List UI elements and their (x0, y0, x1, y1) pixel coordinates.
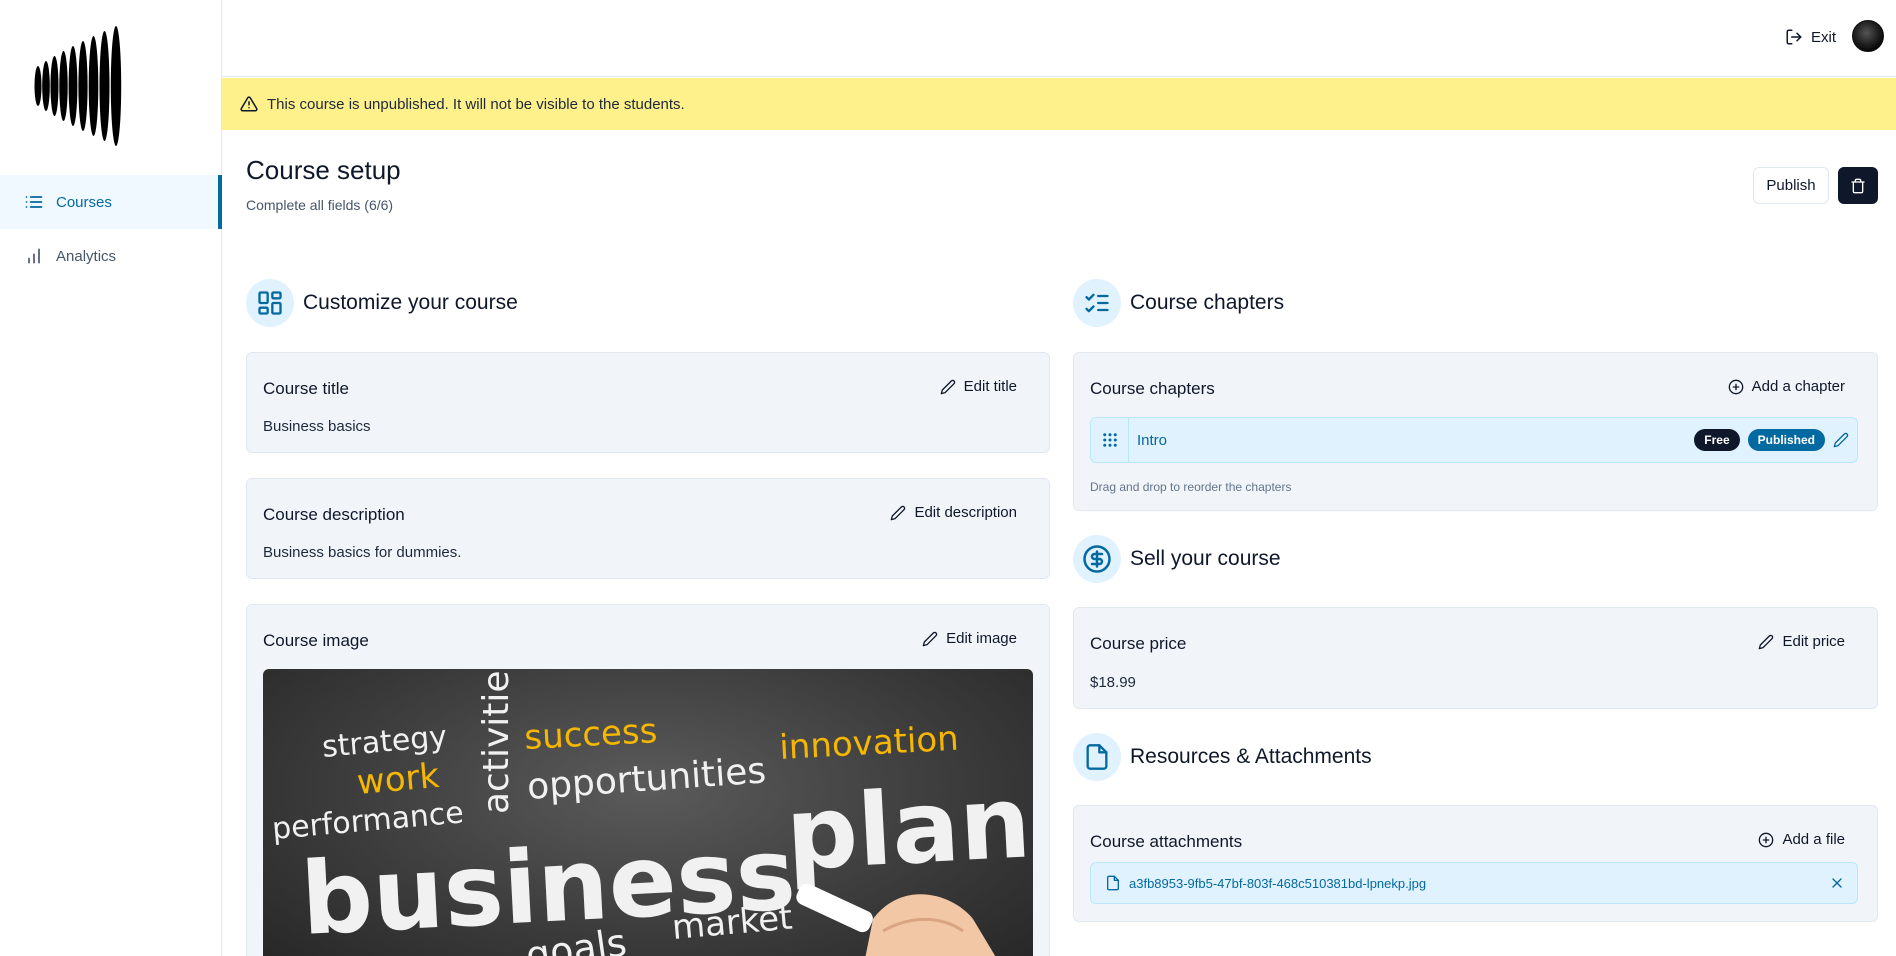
log-out-icon (1786, 29, 1802, 45)
sidebar: Courses Analytics (0, 0, 222, 956)
chapters-section-heading: Course chapters (1073, 279, 1284, 327)
card-label: Course price (1090, 634, 1187, 653)
add-file-label: Add a file (1782, 831, 1845, 848)
card-label: Course title (263, 379, 349, 398)
exit-button[interactable]: Exit (1785, 24, 1836, 50)
image-word-opportunities: opportunities (526, 750, 768, 808)
exit-label: Exit (1810, 28, 1836, 46)
hand-with-chalk (796, 883, 996, 956)
section-title: Resources & Attachments (1130, 745, 1372, 768)
edit-description-label: Edit description (914, 504, 1017, 521)
plus-circle-icon (1759, 832, 1774, 847)
pencil-icon (922, 631, 938, 646)
remove-attachment-button[interactable] (1829, 875, 1845, 891)
add-file-button[interactable]: Add a file (1758, 831, 1845, 848)
add-chapter-label: Add a chapter (1751, 378, 1845, 395)
attachment-filename: a3fb8953-9fb5-47bf-803f-468c510381bd-lpn… (1129, 875, 1427, 891)
card-label: Course image (263, 631, 369, 650)
topbar: Exit (222, 0, 1896, 77)
dollar-circle-icon (1073, 535, 1121, 583)
course-price-card: Course price Edit price $18.99 (1073, 607, 1878, 709)
image-word-innovation: innovation (778, 719, 959, 768)
bar-chart-icon (24, 246, 44, 266)
pencil-icon (891, 505, 906, 520)
edit-price-label: Edit price (1782, 633, 1845, 650)
edit-description-button[interactable]: Edit description (890, 504, 1017, 521)
course-description-value: Business basics for dummies. (263, 544, 462, 561)
section-title: Sell your course (1130, 547, 1281, 570)
trash-icon (1851, 178, 1865, 193)
close-icon (1832, 878, 1842, 888)
sidebar-item-label: Courses (56, 193, 112, 211)
edit-title-label: Edit title (963, 378, 1017, 395)
sidebar-item-analytics[interactable]: Analytics (0, 229, 222, 283)
reorder-hint: Drag and drop to reorder the chapters (1090, 480, 1292, 494)
edit-image-button[interactable]: Edit image (922, 630, 1017, 647)
add-chapter-button[interactable]: Add a chapter (1728, 378, 1845, 395)
course-title-value: Business basics (263, 418, 371, 435)
edit-title-button[interactable]: Edit title (940, 378, 1017, 395)
edit-image-label: Edit image (946, 630, 1017, 647)
plus-circle-icon (1728, 379, 1743, 394)
image-word-work: work (355, 756, 441, 803)
pencil-icon (1759, 634, 1774, 649)
course-image-card: Course image Edit image strategy work pe… (246, 604, 1050, 956)
section-title: Customize your course (303, 291, 518, 314)
edit-chapter-button[interactable] (1833, 432, 1849, 448)
avatar[interactable] (1852, 20, 1884, 52)
list-icon (24, 192, 44, 212)
resources-section-heading: Resources & Attachments (1073, 733, 1372, 781)
card-label: Course description (263, 505, 405, 524)
edit-price-button[interactable]: Edit price (1758, 633, 1845, 650)
image-word-success: success (523, 711, 658, 758)
card-label: Course attachments (1090, 832, 1243, 851)
course-title-card: Course title Edit title Business basics (246, 352, 1050, 453)
image-word-plan: plan (783, 763, 1033, 893)
course-description-card: Course description Edit description Busi… (246, 478, 1050, 579)
chapter-row[interactable]: Intro Free Published (1090, 417, 1858, 463)
unpublished-banner: This course is unpublished. It will not … (222, 78, 1896, 130)
image-word-activities: activities (476, 669, 517, 814)
course-price-value: $18.99 (1090, 674, 1136, 691)
delete-button[interactable] (1838, 167, 1878, 204)
banner-text: This course is unpublished. It will not … (267, 95, 685, 113)
file-icon (1107, 875, 1119, 891)
sidebar-item-label: Analytics (56, 247, 117, 265)
grip-icon[interactable] (1091, 418, 1129, 462)
page-title: Course setup (246, 155, 401, 185)
sell-section-heading: Sell your course (1073, 535, 1281, 583)
logo-icon (34, 26, 122, 146)
free-badge: Free (1694, 429, 1740, 451)
section-title: Course chapters (1130, 291, 1285, 314)
list-checks-icon (1073, 279, 1121, 327)
publish-button[interactable]: Publish (1753, 167, 1829, 204)
warning-icon (240, 96, 258, 112)
course-attachments-card: Course attachments Add a file a3fb8953-9… (1073, 805, 1878, 922)
card-label: Course chapters (1090, 379, 1215, 398)
pencil-icon (1833, 432, 1849, 448)
course-chapters-card: Course chapters Add a chapter Intro Free… (1073, 352, 1878, 511)
attachment-row[interactable]: a3fb8953-9fb5-47bf-803f-468c510381bd-lpn… (1090, 862, 1858, 904)
published-badge: Published (1747, 429, 1825, 451)
customize-section-heading: Customize your course (246, 279, 518, 327)
pencil-icon (940, 379, 955, 394)
layout-dashboard-icon (246, 279, 294, 327)
course-image: strategy work performance activities suc… (263, 669, 1033, 956)
sidebar-item-courses[interactable]: Courses (0, 175, 222, 229)
completion-text: Complete all fields (6/6) (246, 197, 394, 213)
file-icon (1073, 733, 1121, 781)
chapter-title: Intro (1137, 431, 1168, 449)
